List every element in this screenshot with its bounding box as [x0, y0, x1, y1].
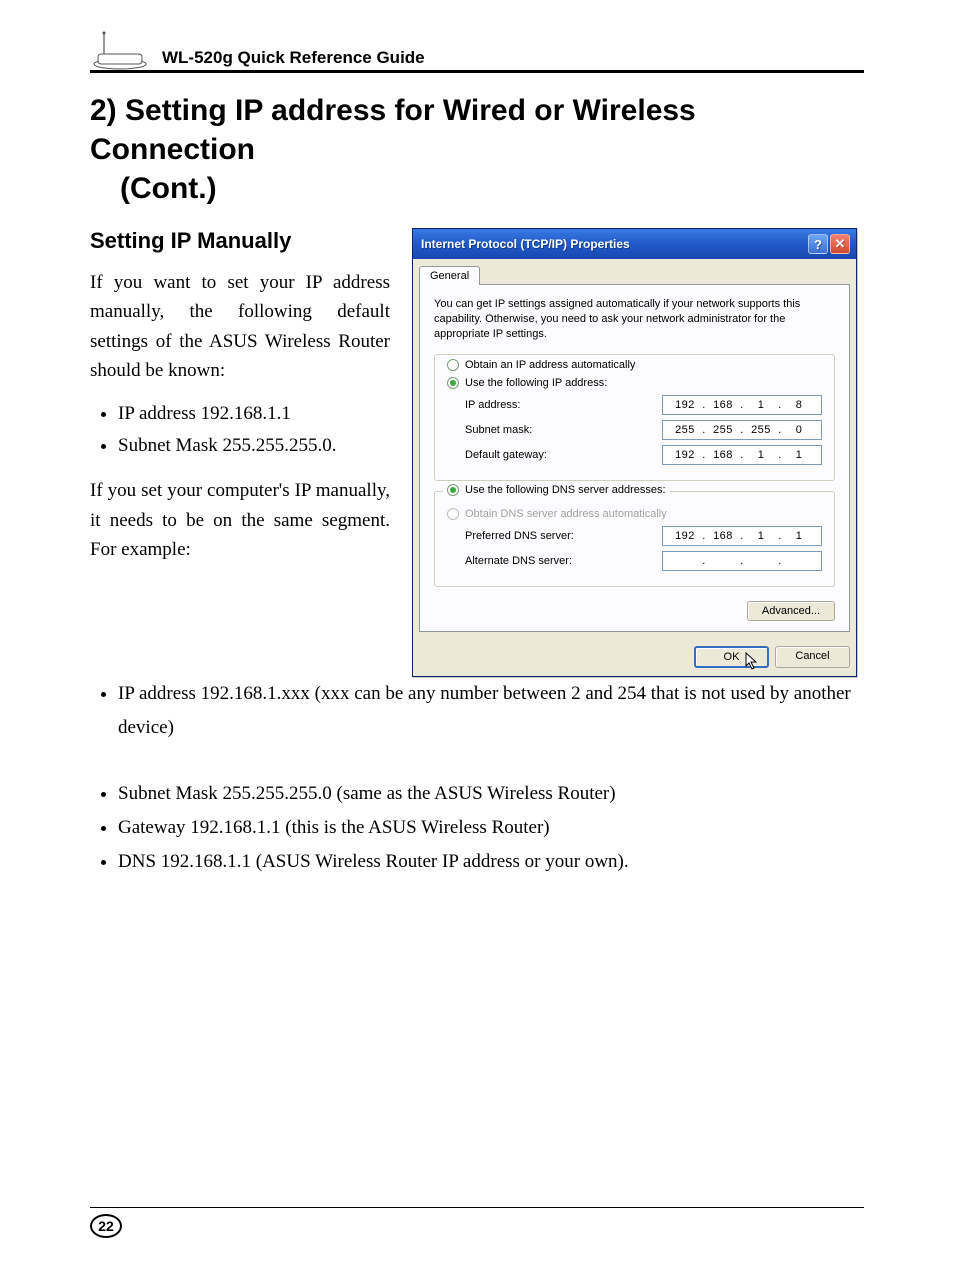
- radio-label: Obtain DNS server address automatically: [465, 508, 667, 520]
- list-item: Gateway 192.168.1.1 (this is the ASUS Wi…: [118, 811, 864, 845]
- default-gateway-label: Default gateway:: [465, 449, 547, 461]
- example-list-1: IP address 192.168.1.xxx (xxx can be any…: [90, 677, 864, 745]
- tab-general[interactable]: General: [419, 266, 480, 285]
- router-icon: [90, 30, 150, 70]
- ok-button-label: OK: [724, 651, 740, 663]
- alternate-dns-input[interactable]: . . .: [662, 551, 822, 571]
- list-item: IP address 192.168.1.xxx (xxx can be any…: [118, 677, 864, 745]
- page-footer: 22: [90, 1207, 864, 1238]
- advanced-button[interactable]: Advanced...: [747, 601, 835, 621]
- paragraph-2: If you set your computer's IP manually, …: [90, 476, 390, 564]
- heading-line1: 2) Setting IP address for Wired or Wirel…: [90, 94, 696, 166]
- tcpip-properties-dialog: Internet Protocol (TCP/IP) Properties ? …: [412, 228, 857, 677]
- ip-address-label: IP address:: [465, 399, 520, 411]
- help-button[interactable]: ?: [808, 234, 828, 254]
- section-heading: 2) Setting IP address for Wired or Wirel…: [90, 91, 864, 208]
- radio-use-following-dns[interactable]: Use the following DNS server addresses:: [443, 484, 670, 496]
- example-list-2: Subnet Mask 255.255.255.0 (same as the A…: [90, 777, 864, 880]
- radio-use-following-ip[interactable]: Use the following IP address:: [447, 377, 822, 389]
- preferred-dns-label: Preferred DNS server:: [465, 530, 574, 542]
- radio-obtain-dns-auto: Obtain DNS server address automatically: [447, 508, 822, 520]
- subnet-mask-input[interactable]: 255. 255. 255. 0: [662, 420, 822, 440]
- ok-button[interactable]: OK: [694, 646, 769, 668]
- list-item: DNS 192.168.1.1 (ASUS Wireless Router IP…: [118, 845, 864, 879]
- doc-title: WL-520g Quick Reference Guide: [162, 48, 425, 70]
- radio-obtain-ip-auto[interactable]: Obtain an IP address automatically: [447, 359, 822, 371]
- preferred-dns-input[interactable]: 192. 168. 1. 1: [662, 526, 822, 546]
- list-item: Subnet Mask 255.255.255.0.: [118, 430, 390, 462]
- dialog-description: You can get IP settings assigned automat…: [434, 297, 835, 342]
- dialog-titlebar[interactable]: Internet Protocol (TCP/IP) Properties ? …: [413, 229, 856, 259]
- default-settings-list: IP address 192.168.1.1 Subnet Mask 255.2…: [90, 398, 390, 463]
- cancel-button[interactable]: Cancel: [775, 646, 850, 668]
- page-header: WL-520g Quick Reference Guide: [90, 30, 864, 73]
- subnet-mask-label: Subnet mask:: [465, 424, 532, 436]
- alternate-dns-label: Alternate DNS server:: [465, 555, 572, 567]
- paragraph-1: If you want to set your IP address manua…: [90, 268, 390, 386]
- radio-label: Obtain an IP address automatically: [465, 359, 635, 371]
- cursor-icon: [745, 652, 759, 670]
- page-number: 22: [90, 1214, 122, 1238]
- list-item: Subnet Mask 255.255.255.0 (same as the A…: [118, 777, 864, 811]
- radio-label: Use the following DNS server addresses:: [465, 484, 666, 496]
- subheading: Setting IP Manually: [90, 228, 390, 254]
- dialog-title: Internet Protocol (TCP/IP) Properties: [421, 237, 630, 251]
- default-gateway-input[interactable]: 192. 168. 1. 1: [662, 445, 822, 465]
- heading-line2: (Cont.): [90, 169, 864, 208]
- ip-address-input[interactable]: 192. 168. 1. 8: [662, 395, 822, 415]
- radio-label: Use the following IP address:: [465, 377, 607, 389]
- close-button[interactable]: ✕: [830, 234, 850, 254]
- list-item: IP address 192.168.1.1: [118, 398, 390, 430]
